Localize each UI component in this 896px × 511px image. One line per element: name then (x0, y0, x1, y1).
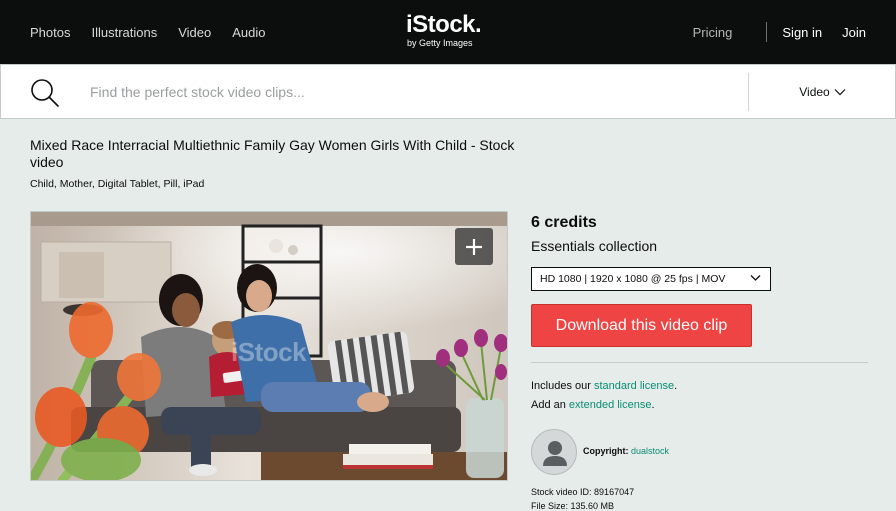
asset-title: Mixed Race Interracial Multiethnic Famil… (30, 137, 515, 170)
extended-suffix: . (651, 399, 655, 411)
video-preview[interactable]: iStock (30, 211, 508, 481)
nav-pricing[interactable]: Pricing (693, 25, 733, 40)
chevron-down-icon (750, 275, 761, 281)
top-nav: Photos Illustrations Video Audio iStock.… (0, 0, 896, 64)
format-selected: HD 1080 | 1920 x 1080 @ 25 fps | MOV (540, 273, 726, 285)
search-bar: Video (0, 64, 896, 119)
account-nav: Pricing Sign in Join (693, 0, 866, 64)
license-suffix: . (674, 380, 678, 392)
file-size-value: 135.60 MB (570, 501, 615, 511)
format-select[interactable]: HD 1080 | 1920 x 1080 @ 25 fps | MOV (531, 267, 771, 291)
asset-tags[interactable]: Child, Mother, Digital Tablet, Pill, iPa… (30, 178, 204, 190)
plus-icon (466, 238, 482, 255)
extended-license-link[interactable]: extended license (569, 399, 652, 411)
search-input[interactable] (90, 74, 730, 110)
license-prefix: Includes our (531, 380, 594, 392)
media-type-label: Video (799, 84, 830, 99)
standard-license-link[interactable]: standard license (594, 380, 674, 392)
chevron-down-icon (834, 88, 846, 95)
download-button[interactable]: Download this video clip (531, 304, 752, 347)
copyright-line: Copyright: dualstock (583, 446, 669, 456)
stock-id-label: Stock video ID: (531, 487, 592, 497)
stock-id-line: Stock video ID: 89167047 (531, 487, 634, 497)
istock-logo[interactable]: iStock. by Getty Images (406, 12, 490, 52)
nav-illustrations[interactable]: Illustrations (91, 25, 157, 40)
search-icon[interactable] (29, 77, 61, 109)
file-size-line: File Size: 135.60 MB (531, 501, 614, 511)
stock-id-value: 89167047 (594, 487, 635, 497)
nav-divider (766, 22, 768, 42)
add-to-board-button[interactable] (455, 228, 493, 265)
user-icon (543, 441, 567, 466)
logo-wordmark: iStock. (406, 11, 482, 38)
search-divider (748, 73, 749, 111)
price-credits: 6 credits (531, 214, 597, 231)
sign-in-link[interactable]: Sign in (782, 25, 822, 40)
avatar[interactable] (531, 429, 577, 475)
copyright-label: Copyright: (583, 446, 629, 456)
collection-name: Essentials collection (531, 238, 658, 254)
nav-audio[interactable]: Audio (232, 25, 265, 40)
media-type-dropdown[interactable]: Video (750, 65, 895, 118)
istock-watermark: iStock (231, 337, 307, 367)
file-size-label: File Size: (531, 501, 569, 511)
extended-prefix: Add an (531, 399, 569, 411)
nav-photos[interactable]: Photos (30, 25, 70, 40)
logo-tagline: by Getty Images (407, 38, 473, 48)
standard-license-line: Includes our standard license. (531, 380, 677, 392)
divider (531, 362, 868, 363)
category-nav: Photos Illustrations Video Audio (30, 0, 266, 64)
contributor-link[interactable]: dualstock (631, 446, 669, 456)
join-link[interactable]: Join (842, 25, 866, 40)
extended-license-line: Add an extended license. (531, 399, 655, 411)
nav-video[interactable]: Video (178, 25, 211, 40)
